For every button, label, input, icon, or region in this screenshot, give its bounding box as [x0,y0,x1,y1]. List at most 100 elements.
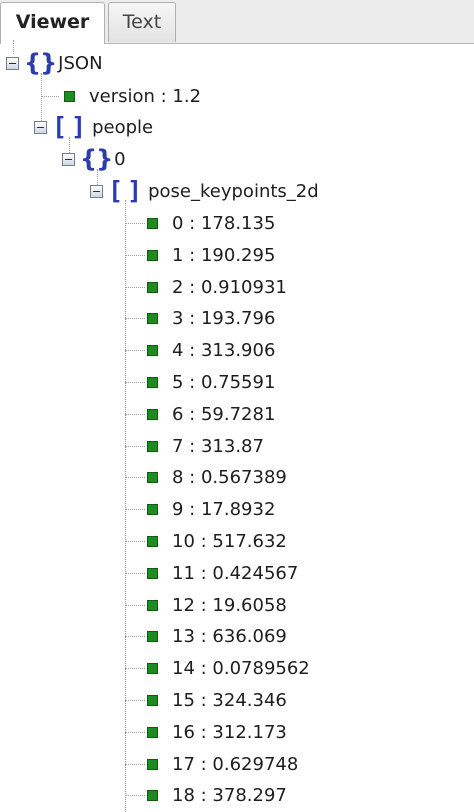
tree-leaf-keypoint: 3 : 193.796 [147,304,275,332]
object-icon: {} [80,145,113,173]
collapse-toggle[interactable] [62,152,75,166]
value-icon [147,376,158,388]
connector-line [125,382,145,383]
tree-leaf-text: 6 : 59.7281 [172,403,276,425]
tree-leaf-version: version : 1.2 [64,82,201,110]
tree-leaf-text: 3 : 193.796 [172,307,276,329]
tree-leaf-text: 14 : 0.0789562 [172,657,310,679]
value-icon [147,408,158,420]
tree-node-pose-keypoints: [] pose_keypoints_2d [90,177,319,205]
tree-leaf-text: 18 : 378.297 [172,784,287,806]
tree-leaf-keypoint: 13 : 636.069 [147,622,287,650]
tree-leaf-text: 15 : 324.346 [172,689,287,711]
tree-leaf-keypoint: 6 : 59.7281 [147,400,275,428]
connector-line [125,700,145,701]
value-icon [147,726,158,738]
tree-leaf-text: 8 : 0.567389 [172,466,287,488]
tab-text[interactable]: Text [108,2,176,42]
tree-leaf-keypoint: 1 : 190.295 [147,241,275,269]
tree-leaf-keypoint: 14 : 0.0789562 [147,654,310,682]
value-icon [147,249,158,261]
value-icon [147,281,158,293]
connector-line [125,668,145,669]
tree-leaf-text: 7 : 313.87 [172,435,264,457]
value-icon [147,758,158,770]
connector-line [125,573,145,574]
tree-node-label: 0 [114,148,126,170]
collapse-toggle[interactable] [34,120,47,134]
connector-line [125,605,145,606]
tree-leaf-keypoint: 7 : 313.87 [147,432,264,460]
tree-leaf-text: 10 : 517.632 [172,530,287,552]
value-icon [147,312,158,324]
tree-leaf-text: 17 : 0.629748 [172,753,299,775]
value-icon [147,471,158,483]
tree-node-root: {} JSON [6,49,103,77]
object-icon: {} [24,49,57,77]
connector-line [125,764,145,765]
tree-leaf-text: 0 : 178.135 [172,212,276,234]
tree-leaf-keypoint: 17 : 0.629748 [147,750,298,778]
value-icon [147,217,158,229]
tab-bar: Viewer Text [0,0,474,44]
tree-node-label: JSON [58,52,103,74]
connector-line [125,732,145,733]
connector-line [125,200,126,812]
tree-leaf-keypoint: 9 : 17.8932 [147,495,275,523]
value-icon [147,694,158,706]
tree-node-people: [] people [34,113,153,141]
connector-line [125,509,145,510]
tree-leaf-text: 13 : 636.069 [172,625,287,647]
array-icon: [] [108,176,147,205]
connector-line [125,318,145,319]
value-icon [147,630,158,642]
value-icon [147,599,158,611]
tree-leaf-keypoint: 11 : 0.424567 [147,559,298,587]
value-icon [147,789,158,801]
tree-leaf-text: 2 : 0.910931 [172,276,287,298]
connector-line [125,541,145,542]
tree-leaf-text: 4 : 313.906 [172,339,276,361]
value-icon [147,503,158,515]
tree-node-label: pose_keypoints_2d [148,180,319,202]
connector-line [125,223,145,224]
value-icon [147,567,158,579]
tree-leaf-text: 11 : 0.424567 [172,562,299,584]
value-icon [147,440,158,452]
tree-leaf-text: 1 : 190.295 [172,244,276,266]
value-icon [147,535,158,547]
tree-leaf-text: 9 : 17.8932 [172,498,276,520]
connector-line [125,477,145,478]
tree-leaf-keypoint: 5 : 0.75591 [147,368,275,396]
connector-line [125,255,145,256]
tree-leaf-keypoint: 10 : 517.632 [147,527,287,555]
connector-line [125,287,145,288]
tree-leaf-keypoint: 2 : 0.910931 [147,273,287,301]
tree-leaf-text: 5 : 0.75591 [172,371,276,393]
connector-line [125,795,145,796]
tree-node-label: people [92,116,154,138]
connector-line [125,414,145,415]
tree-leaf-keypoint: 0 : 178.135 [147,209,275,237]
tree-leaf-keypoint: 18 : 378.297 [147,781,287,809]
tree-leaf-keypoint: 12 : 19.6058 [147,591,287,619]
connector-line [41,96,59,97]
value-icon [147,344,158,356]
json-tree: {} JSON version : 1.2 [] people {} 0 [] … [0,40,474,812]
connector-line [125,350,145,351]
collapse-toggle[interactable] [90,184,103,198]
connector-line [125,446,145,447]
tree-leaf-text: 16 : 312.173 [172,721,287,743]
tree-leaf-keypoint: 4 : 313.906 [147,336,275,364]
tree-node-person-0: {} 0 [62,145,126,173]
tree-leaf-keypoint: 16 : 312.173 [147,718,287,746]
array-icon: [] [52,112,91,141]
tab-viewer[interactable]: Viewer [0,2,105,44]
connector-line [125,636,145,637]
tree-leaf-text: version : 1.2 [89,85,202,107]
value-icon [64,90,75,102]
collapse-toggle[interactable] [6,56,19,70]
tree-leaf-text: 12 : 19.6058 [172,594,287,616]
tree-leaf-keypoint: 15 : 324.346 [147,686,287,714]
value-icon [147,662,158,674]
